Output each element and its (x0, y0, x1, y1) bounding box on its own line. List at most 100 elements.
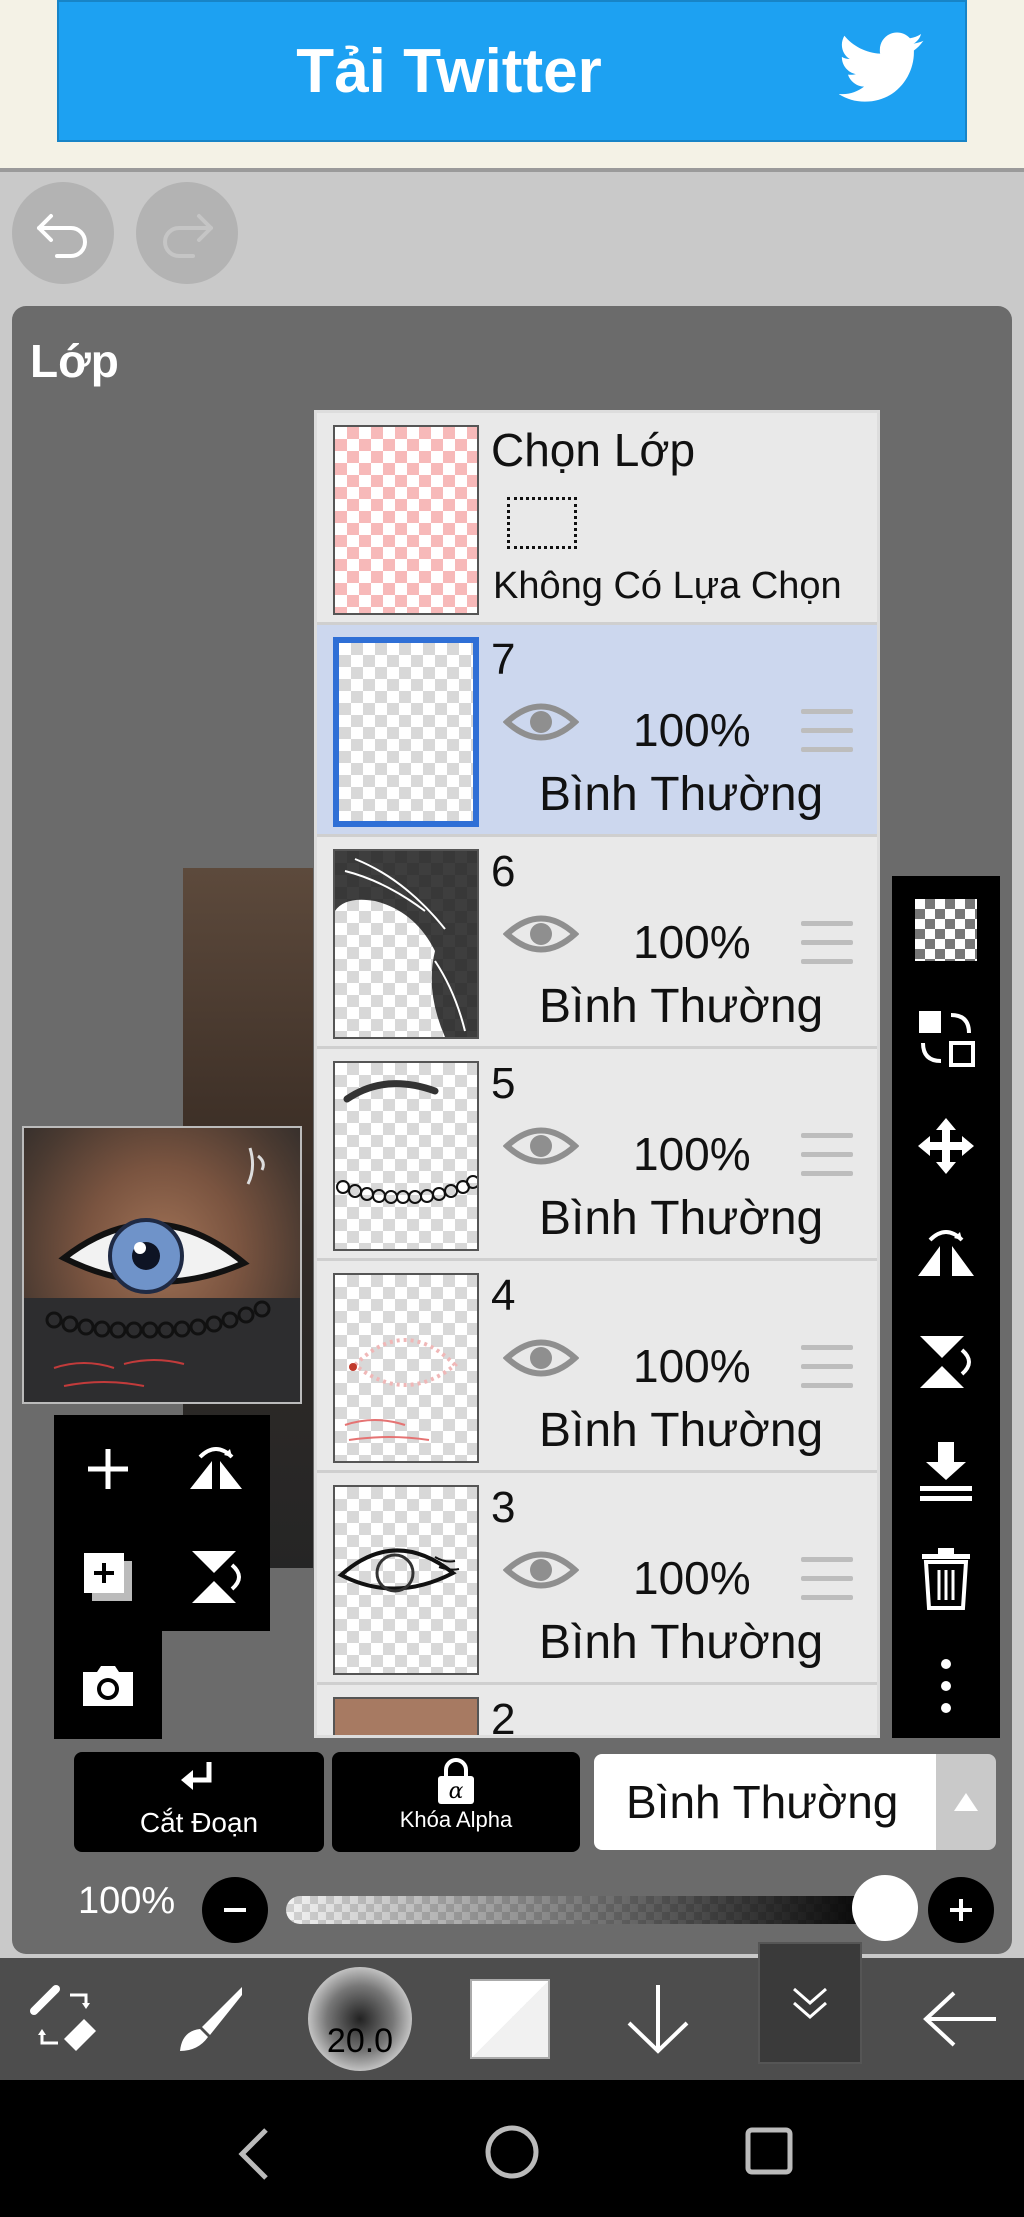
clipping-label: Cắt Đoạn (139, 1807, 259, 1838)
duplicate-layer-icon (84, 1553, 132, 1601)
clipping-button[interactable]: Cắt Đoạn (74, 1752, 324, 1852)
opacity-increase-button[interactable] (928, 1877, 994, 1943)
right-tool-panel (892, 876, 1000, 1738)
merge-down-button[interactable] (892, 1416, 1000, 1524)
system-nav-bar (0, 2080, 1024, 2217)
select-layer-icon (919, 1011, 975, 1067)
eye-icon[interactable] (503, 697, 579, 747)
selection-marquee-icon (507, 497, 577, 549)
nav-home-icon[interactable] (484, 2124, 540, 2180)
back-arrow-icon (923, 1991, 996, 2047)
layer-number: 2 (491, 1695, 516, 1738)
flip-vertical-icon (192, 1551, 241, 1603)
tool-switch-icon (30, 1985, 96, 2051)
color-button[interactable] (446, 1958, 574, 2080)
layer-opacity: 100% (633, 704, 751, 756)
more-icon (941, 1659, 951, 1713)
layer-row[interactable]: 4 100% Bình Thường (317, 1261, 877, 1473)
panel-title: Lớp (30, 335, 119, 387)
eye-icon[interactable] (503, 1545, 579, 1595)
undo-button[interactable] (12, 182, 114, 284)
drag-handle-icon[interactable] (801, 1133, 853, 1179)
selection-layer-row[interactable]: Chọn Lớp Không Có Lựa Chọn (317, 413, 877, 625)
drag-handle-icon[interactable] (801, 709, 853, 755)
transparency-button[interactable] (892, 876, 1000, 984)
camera-button[interactable] (54, 1631, 162, 1739)
drag-handle-icon[interactable] (801, 921, 853, 967)
layer-row[interactable]: 3 100% Bình Thường (317, 1473, 877, 1685)
layer-row[interactable]: 6 100% Bình Thường (317, 837, 877, 1049)
more-options-button[interactable] (892, 1632, 1000, 1740)
opacity-slider-thumb[interactable] (852, 1875, 918, 1941)
ad-text: Tải Twitter (296, 36, 602, 106)
blend-mode-dropdown-button[interactable] (936, 1754, 996, 1850)
eye-icon[interactable] (503, 909, 579, 959)
trash-icon (922, 1548, 970, 1610)
layer-thumbnail (333, 849, 479, 1039)
svg-text:α: α (449, 1779, 464, 1804)
layer-row[interactable]: 7 100% Bình Thường (317, 625, 877, 837)
color-swatch (470, 1979, 550, 2059)
layer-row[interactable]: 5 100% Bình Thường (317, 1049, 877, 1261)
bottom-toolbar: 20.0 (0, 1942, 1024, 2080)
duplicate-layer-button[interactable] (54, 1523, 162, 1631)
opacity-slider-track[interactable] (286, 1896, 886, 1924)
twitter-icon (839, 32, 924, 102)
flip-v-button[interactable] (892, 1308, 1000, 1416)
layer-row[interactable]: 2 (317, 1685, 877, 1738)
move-button[interactable] (892, 1092, 1000, 1200)
arrow-down-button[interactable] (594, 1958, 722, 2080)
selection-status: Không Có Lựa Chọn (493, 565, 842, 607)
flip-vertical-button[interactable] (162, 1523, 270, 1631)
layer-thumbnail (333, 1485, 479, 1675)
layer-blend-mode: Bình Thường (539, 980, 824, 1033)
layer-number: 5 (491, 1059, 516, 1108)
back-button[interactable] (896, 1958, 1024, 2080)
layer-blend-mode: Bình Thường (539, 1616, 824, 1669)
eye-icon[interactable] (503, 1333, 579, 1383)
flip-horizontal-button[interactable] (162, 1415, 270, 1523)
move-icon (918, 1118, 974, 1174)
add-layer-icon (88, 1449, 128, 1489)
nav-back-icon[interactable] (236, 2124, 272, 2184)
ad-banner[interactable]: Tải Twitter (57, 0, 967, 142)
opacity-decrease-button[interactable] (202, 1877, 268, 1943)
layer-menu-button[interactable] (758, 1942, 862, 2064)
alpha-lock-button[interactable]: α Khóa Alpha (332, 1752, 580, 1852)
plus-icon (950, 1899, 972, 1921)
layer-thumbnail (333, 1697, 479, 1735)
delete-layer-button[interactable] (892, 1524, 1000, 1632)
ad-separator (0, 168, 1024, 172)
select-layer-button[interactable] (892, 984, 1000, 1092)
blend-mode-select[interactable]: Bình Thường (594, 1754, 938, 1850)
layer-thumbnail (333, 637, 479, 827)
selection-layer-title: Chọn Lớp (491, 424, 696, 476)
brush-size-indicator: 20.0 (308, 1967, 412, 2071)
layer-thumbnail (333, 1273, 479, 1463)
nav-recents-icon[interactable] (744, 2126, 794, 2176)
brush-size-value: 20.0 (326, 2022, 394, 2060)
layer-number: 4 (491, 1271, 516, 1320)
eye-icon[interactable] (503, 1121, 579, 1171)
layer-opacity: 100% (633, 916, 751, 968)
layer-thumbnail (333, 1061, 480, 1251)
chevron-double-down-icon (793, 1987, 827, 2019)
tool-switch-button[interactable] (0, 1958, 128, 2080)
add-layer-button[interactable] (54, 1415, 162, 1523)
transparency-icon (915, 899, 977, 961)
drag-handle-icon[interactable] (801, 1557, 853, 1603)
drag-handle-icon[interactable] (801, 1345, 853, 1391)
canvas-preview[interactable] (22, 1126, 302, 1404)
layer-number: 7 (491, 635, 516, 684)
arrow-down-icon (627, 1985, 689, 2054)
layer-opacity: 100% (633, 1552, 751, 1604)
left-tool-panel-bottom (54, 1631, 162, 1739)
flip-h-button[interactable] (892, 1200, 1000, 1308)
brush-size-button[interactable]: 20.0 (296, 1958, 424, 2080)
undo-icon (37, 214, 87, 258)
left-tool-panel (54, 1415, 270, 1631)
redo-button[interactable] (136, 182, 238, 284)
layer-number: 3 (491, 1483, 516, 1532)
selection-thumbnail (333, 425, 479, 615)
brush-button[interactable] (146, 1958, 274, 2080)
